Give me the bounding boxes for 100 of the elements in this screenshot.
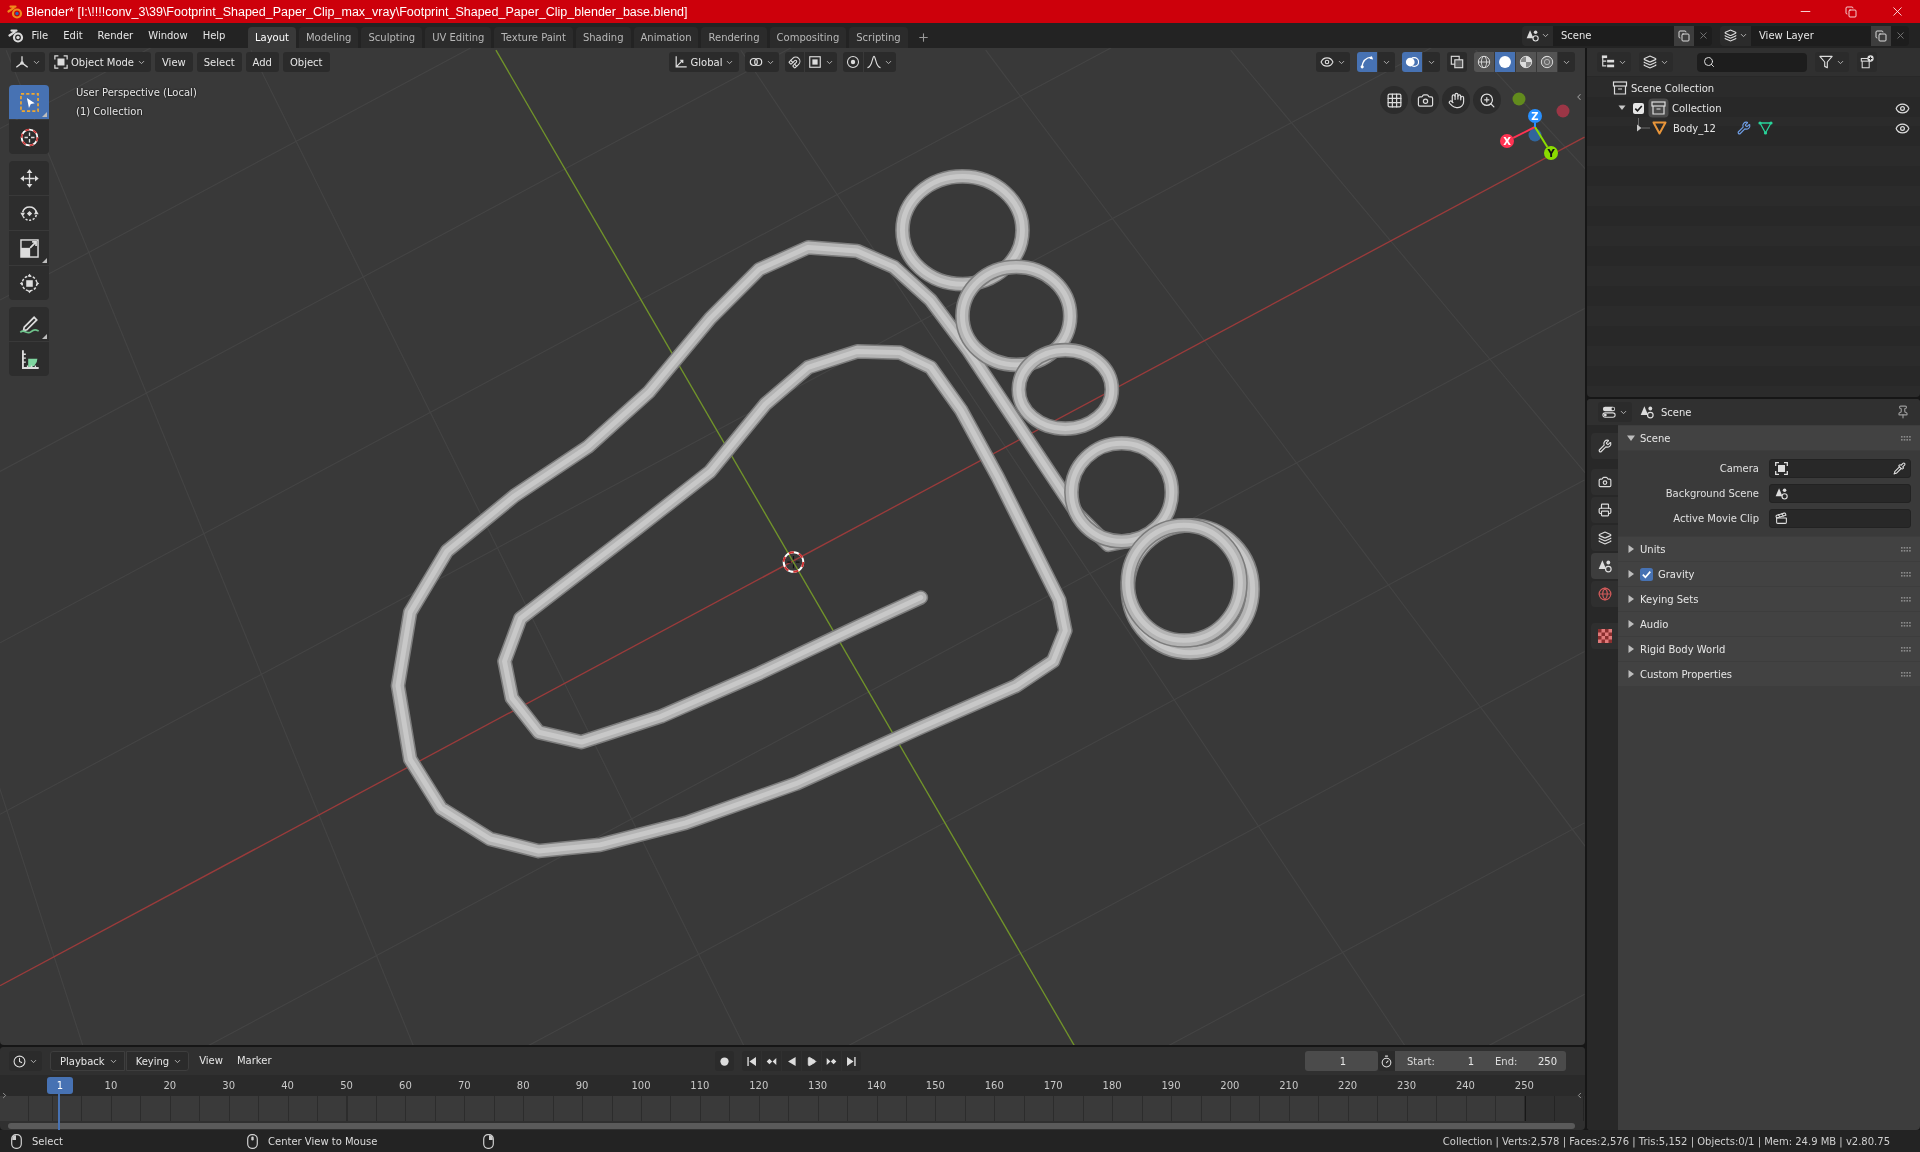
search-field[interactable] — [1697, 52, 1807, 72]
orientation-dropdown[interactable]: Global — [668, 52, 740, 72]
next-keyframe-button[interactable] — [821, 1051, 841, 1071]
menu-button[interactable]: View — [155, 52, 193, 72]
checkbox[interactable] — [1640, 567, 1653, 581]
outliner-item[interactable]: Scene Collection — [1631, 82, 1715, 94]
workspace-tab[interactable]: UV Editing — [425, 27, 492, 48]
drag-handle-icon[interactable] — [1901, 546, 1911, 552]
properties-tab[interactable] — [1591, 469, 1618, 495]
properties-tab[interactable] — [1591, 525, 1618, 551]
tool-button[interactable] — [9, 231, 49, 265]
workspace-tab[interactable]: Shading — [575, 27, 631, 48]
view-layer-field[interactable]: View Layer — [1751, 25, 1871, 46]
app-logo-icon[interactable] — [8, 28, 24, 43]
new-collection-button[interactable] — [1857, 52, 1877, 72]
add-icon[interactable] — [916, 31, 930, 44]
mode-dropdown[interactable]: Object Mode — [49, 52, 151, 72]
panel-header[interactable]: Scene — [1618, 426, 1920, 450]
shading-mode-button[interactable] — [1474, 52, 1494, 72]
pin-icon[interactable] — [1896, 405, 1910, 419]
menu-item[interactable]: View — [192, 1051, 230, 1071]
zoom-icon[interactable] — [1473, 86, 1501, 114]
display-mode-button[interactable] — [1639, 52, 1673, 72]
dropdown-button[interactable]: Playback — [50, 1051, 125, 1071]
eye-icon[interactable] — [1895, 120, 1910, 136]
remove-button[interactable] — [1891, 25, 1909, 46]
preview-range-toggle[interactable] — [1378, 1051, 1395, 1071]
properties-tab[interactable] — [1591, 497, 1618, 523]
tool-button[interactable] — [9, 120, 49, 154]
checkbox[interactable] — [1633, 102, 1644, 114]
shading-mode-button[interactable] — [1516, 52, 1536, 72]
menu-button[interactable]: Add — [245, 52, 279, 72]
drag-handle-icon[interactable] — [1901, 596, 1911, 602]
jump-end-button[interactable] — [841, 1051, 861, 1071]
gizmo-toggle[interactable] — [1357, 52, 1377, 72]
jump-start-button[interactable] — [741, 1051, 761, 1071]
panel-header[interactable]: Gravity — [1618, 562, 1920, 586]
workspace-tab[interactable]: Sculpting — [361, 27, 423, 48]
scene-field[interactable]: Scene — [1553, 25, 1674, 46]
drag-handle-icon[interactable] — [1901, 621, 1911, 627]
play-reverse-button[interactable] — [781, 1051, 801, 1071]
tool-button[interactable] — [9, 161, 49, 195]
browse-button[interactable] — [1522, 25, 1553, 46]
eyedropper-icon[interactable] — [1893, 462, 1906, 475]
menu-item[interactable]: Render — [90, 25, 141, 46]
collection-icon[interactable] — [1648, 98, 1669, 118]
restore-icon[interactable] — [1845, 5, 1857, 18]
workspace-tab[interactable]: Scripting — [849, 27, 908, 48]
snap-menu-button[interactable] — [805, 52, 838, 72]
menu-item[interactable]: Window — [140, 25, 196, 46]
menu-item[interactable]: Marker — [229, 1051, 279, 1071]
chevron-left-icon[interactable] — [1574, 92, 1584, 102]
dropdown-button[interactable]: Keying — [125, 1051, 190, 1071]
grid-icon[interactable] — [1380, 86, 1408, 114]
workspace-tab[interactable]: Modeling — [298, 27, 359, 48]
workspace-tab[interactable]: Animation — [633, 27, 699, 48]
visibility-button[interactable] — [1316, 52, 1350, 72]
shading-mode-button[interactable] — [1537, 52, 1557, 72]
menu-item[interactable]: Help — [195, 25, 233, 46]
pivot-button[interactable] — [745, 52, 780, 72]
current-frame-field[interactable]: 1 — [1305, 1051, 1378, 1071]
remove-button[interactable] — [1694, 25, 1712, 46]
workspace-tab[interactable]: Rendering — [701, 27, 767, 48]
outliner-item[interactable]: Collection — [1672, 102, 1722, 114]
properties-tab[interactable] — [1591, 623, 1618, 649]
drag-handle-icon[interactable] — [1901, 435, 1911, 441]
filter-button[interactable] — [1815, 52, 1849, 72]
panel-header[interactable]: Custom Properties — [1618, 662, 1920, 686]
panel-header[interactable]: Rigid Body World — [1618, 637, 1920, 661]
menu-button[interactable]: Select — [196, 52, 242, 72]
shading-mode-button[interactable] — [1495, 52, 1515, 72]
menu-item[interactable]: Edit — [55, 25, 91, 46]
panel-header[interactable]: Audio — [1618, 612, 1920, 636]
editor-type-button[interactable] — [1598, 402, 1632, 422]
play-button[interactable] — [801, 1051, 821, 1071]
menu-item[interactable]: File — [24, 25, 56, 46]
panel-header[interactable]: Units — [1618, 537, 1920, 561]
triangle-vertices-icon[interactable] — [1757, 121, 1773, 135]
property-field[interactable] — [1769, 459, 1911, 478]
workspace-tab[interactable]: Compositing — [769, 27, 847, 48]
camera-icon[interactable] — [1411, 86, 1439, 114]
browse-button[interactable] — [1720, 25, 1751, 46]
end-frame-field[interactable]: End: 250 — [1483, 1051, 1566, 1071]
hand-icon[interactable] — [1442, 86, 1470, 114]
xray-toggle[interactable] — [1447, 52, 1467, 72]
menu-button[interactable]: Object — [282, 52, 330, 72]
duplicate-button[interactable] — [1871, 25, 1891, 46]
drag-handle-icon[interactable] — [1901, 671, 1911, 677]
workspace-tab[interactable]: Texture Paint — [494, 27, 573, 48]
falloff-menu-button[interactable] — [864, 52, 897, 72]
drag-handle-icon[interactable] — [1901, 571, 1911, 577]
proportional-toggle[interactable] — [843, 52, 864, 72]
chevron-right-icon[interactable] — [0, 1091, 9, 1100]
properties-tab[interactable] — [1591, 553, 1618, 579]
eye-icon[interactable] — [1895, 100, 1910, 116]
drag-handle-icon[interactable] — [1901, 646, 1911, 652]
editor-type-button[interactable] — [1597, 52, 1631, 72]
tool-button[interactable] — [9, 307, 49, 341]
duplicate-button[interactable] — [1674, 25, 1694, 46]
property-field[interactable] — [1769, 484, 1911, 503]
